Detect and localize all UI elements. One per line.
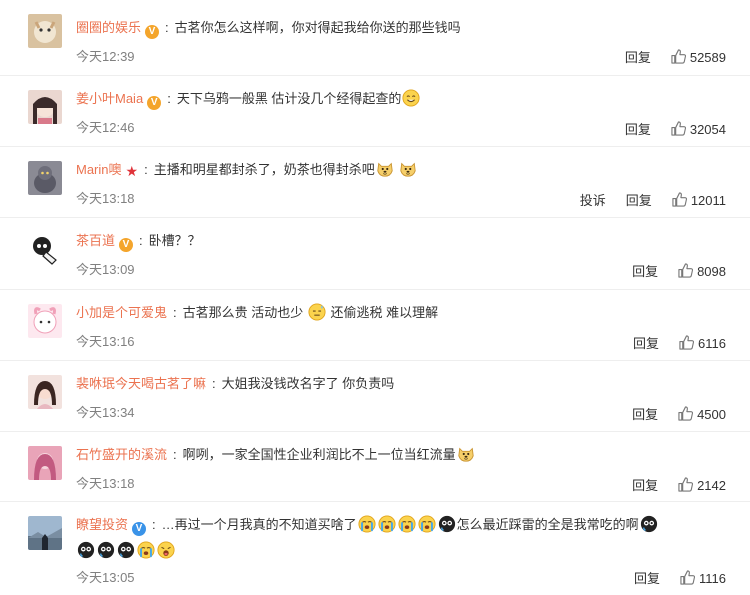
like-button[interactable]: 1116 (680, 570, 726, 588)
comment-time: 今天13:16 (76, 334, 135, 349)
verified-badge-icon: V (147, 96, 162, 110)
like-button[interactable]: 8098 (678, 263, 726, 281)
like-count: 12011 (690, 193, 726, 208)
star-badge-icon: ★ (125, 163, 139, 179)
crying-emoji-icon (358, 515, 376, 533)
verified-badge-icon: V (145, 25, 160, 39)
doge-emoji-icon (376, 160, 394, 178)
like-button[interactable]: 12011 (672, 192, 726, 210)
comment-item: 小加是个可爱鬼: 古茗那么贵 活动也少 还偷逃税 难以理解 今天13:16 回复 6… (0, 290, 750, 361)
username[interactable]: Marin噢 (76, 162, 122, 177)
thumb-up-icon (678, 477, 693, 492)
like-count: 52589 (689, 50, 726, 65)
thumb-up-icon (671, 121, 686, 136)
crying-emoji-icon (398, 515, 416, 533)
avatar[interactable] (28, 304, 62, 338)
verified-badge-icon: V (132, 522, 147, 536)
avatar[interactable] (28, 446, 62, 480)
black-face-emoji-icon (117, 541, 135, 559)
comment-item: 姜小叶Maia V: 天下乌鸦一般黑 估计没几个经得起查的 今天12:46 回复 32… (0, 76, 750, 147)
comment-text: 卧槽？？ (148, 233, 201, 248)
username[interactable]: 茶百道 (76, 233, 115, 248)
avatar[interactable] (28, 516, 62, 550)
reply-button[interactable]: 回复 (632, 263, 658, 281)
crying-emoji-icon (378, 515, 396, 533)
crying-emoji-icon (137, 541, 155, 559)
comment-time: 今天12:46 (76, 120, 135, 135)
comment-text: 啊咧，一家全国性企业利润比不上一位当红流量 (182, 447, 456, 462)
comment-text: 主播和明星都封杀了，奶茶也得封杀吧 (153, 162, 375, 177)
shocked-emoji-icon (157, 541, 175, 559)
avatar[interactable] (28, 232, 62, 266)
comment-item: 圈圈的娱乐 V: 古茗你怎么这样啊，你对得起我给你送的那些钱吗 今天12:39 回复… (0, 0, 750, 76)
smile-emoji-icon (402, 89, 420, 107)
comment-text-continued: 怎么最近踩雷的全是我常吃的啊 (456, 517, 639, 532)
like-count: 8098 (697, 264, 726, 279)
comment-text: 天下乌鸦一般黑 估计没几个经得起查的 (176, 91, 402, 106)
username[interactable]: 瞭望投资 (76, 517, 128, 532)
like-count: 1116 (699, 571, 726, 586)
comment-item: 石竹盛开的溪流: 啊咧，一家全国性企业利润比不上一位当红流量 今天13:18 回复… (0, 432, 750, 502)
sweat-emoji-icon (308, 303, 326, 321)
like-count: 2142 (697, 478, 726, 493)
crying-emoji-icon (418, 515, 436, 533)
reply-button[interactable]: 回复 (625, 49, 651, 67)
username[interactable]: 石竹盛开的溪流 (76, 447, 167, 462)
avatar[interactable] (28, 161, 62, 195)
black-face-emoji-icon (438, 515, 456, 533)
thumb-up-icon (671, 49, 686, 64)
comment-time: 今天13:05 (76, 570, 135, 585)
reply-button[interactable]: 回复 (625, 121, 651, 139)
avatar[interactable] (28, 375, 62, 409)
comment-text-continued: 还偷逃税 难以理解 (330, 305, 439, 320)
verified-badge-icon: V (119, 238, 134, 252)
comment-text: 大姐我没钱改名字了 你负责吗 (221, 376, 395, 391)
thumb-up-icon (679, 335, 694, 350)
username[interactable]: 小加是个可爱鬼 (76, 305, 167, 320)
reply-button[interactable]: 回复 (634, 570, 660, 588)
comment-item: 裴咻珉今天喝古茗了嘛: 大姐我没钱改名字了 你负责吗 今天13:34 回复 4500 (0, 361, 750, 432)
like-button[interactable]: 4500 (678, 406, 726, 424)
avatar[interactable] (28, 90, 62, 124)
like-button[interactable]: 32054 (671, 121, 726, 139)
black-face-emoji-icon (97, 541, 115, 559)
like-button[interactable]: 6116 (679, 335, 726, 353)
comment-text: 古茗你怎么这样啊，你对得起我给你送的那些钱吗 (174, 20, 461, 35)
comment-text: …再过一个月我真的不知道买啥了 (161, 517, 357, 532)
thumb-up-icon (678, 263, 693, 278)
username[interactable]: 圈圈的娱乐 (76, 20, 141, 35)
doge-emoji-icon (399, 160, 417, 178)
reply-button[interactable]: 回复 (632, 477, 658, 495)
comment-time: 今天13:18 (76, 476, 135, 491)
thumb-up-icon (678, 406, 693, 421)
like-button[interactable]: 2142 (678, 477, 726, 495)
comment-time: 今天12:39 (76, 49, 135, 64)
black-face-emoji-icon (77, 541, 95, 559)
reply-button[interactable]: 回复 (632, 406, 658, 424)
like-count: 6116 (698, 336, 726, 351)
thumb-up-icon (680, 570, 695, 585)
comment-time: 今天13:34 (76, 405, 135, 420)
comment-item: 茶百道 V: 卧槽？？ 今天13:09 回复 8098 (0, 218, 750, 290)
comment-text: 古茗那么贵 活动也少 (182, 305, 304, 320)
black-face-emoji-icon (640, 515, 658, 533)
doge-emoji-icon (457, 445, 475, 463)
username[interactable]: 裴咻珉今天喝古茗了嘛 (76, 376, 206, 391)
reply-button[interactable]: 回复 (633, 335, 659, 353)
report-button[interactable]: 投诉 (580, 192, 606, 210)
comment-time: 今天13:09 (76, 262, 135, 277)
thumb-up-icon (672, 192, 687, 207)
comment-time: 今天13:18 (76, 191, 135, 206)
like-button[interactable]: 52589 (671, 49, 726, 67)
like-count: 32054 (689, 122, 726, 137)
reply-button[interactable]: 回复 (626, 192, 652, 210)
username[interactable]: 姜小叶Maia (76, 91, 143, 106)
comment-item: 瞭望投资 V: …再过一个月我真的不知道买啥了 怎么最近踩雷的全是我常吃的啊 今天13… (0, 502, 750, 595)
like-count: 4500 (697, 407, 726, 422)
avatar[interactable] (28, 14, 62, 48)
comment-item: Marin噢 ★: 主播和明星都封杀了，奶茶也得封杀吧 今天13:18 投诉 回复 12… (0, 147, 750, 218)
